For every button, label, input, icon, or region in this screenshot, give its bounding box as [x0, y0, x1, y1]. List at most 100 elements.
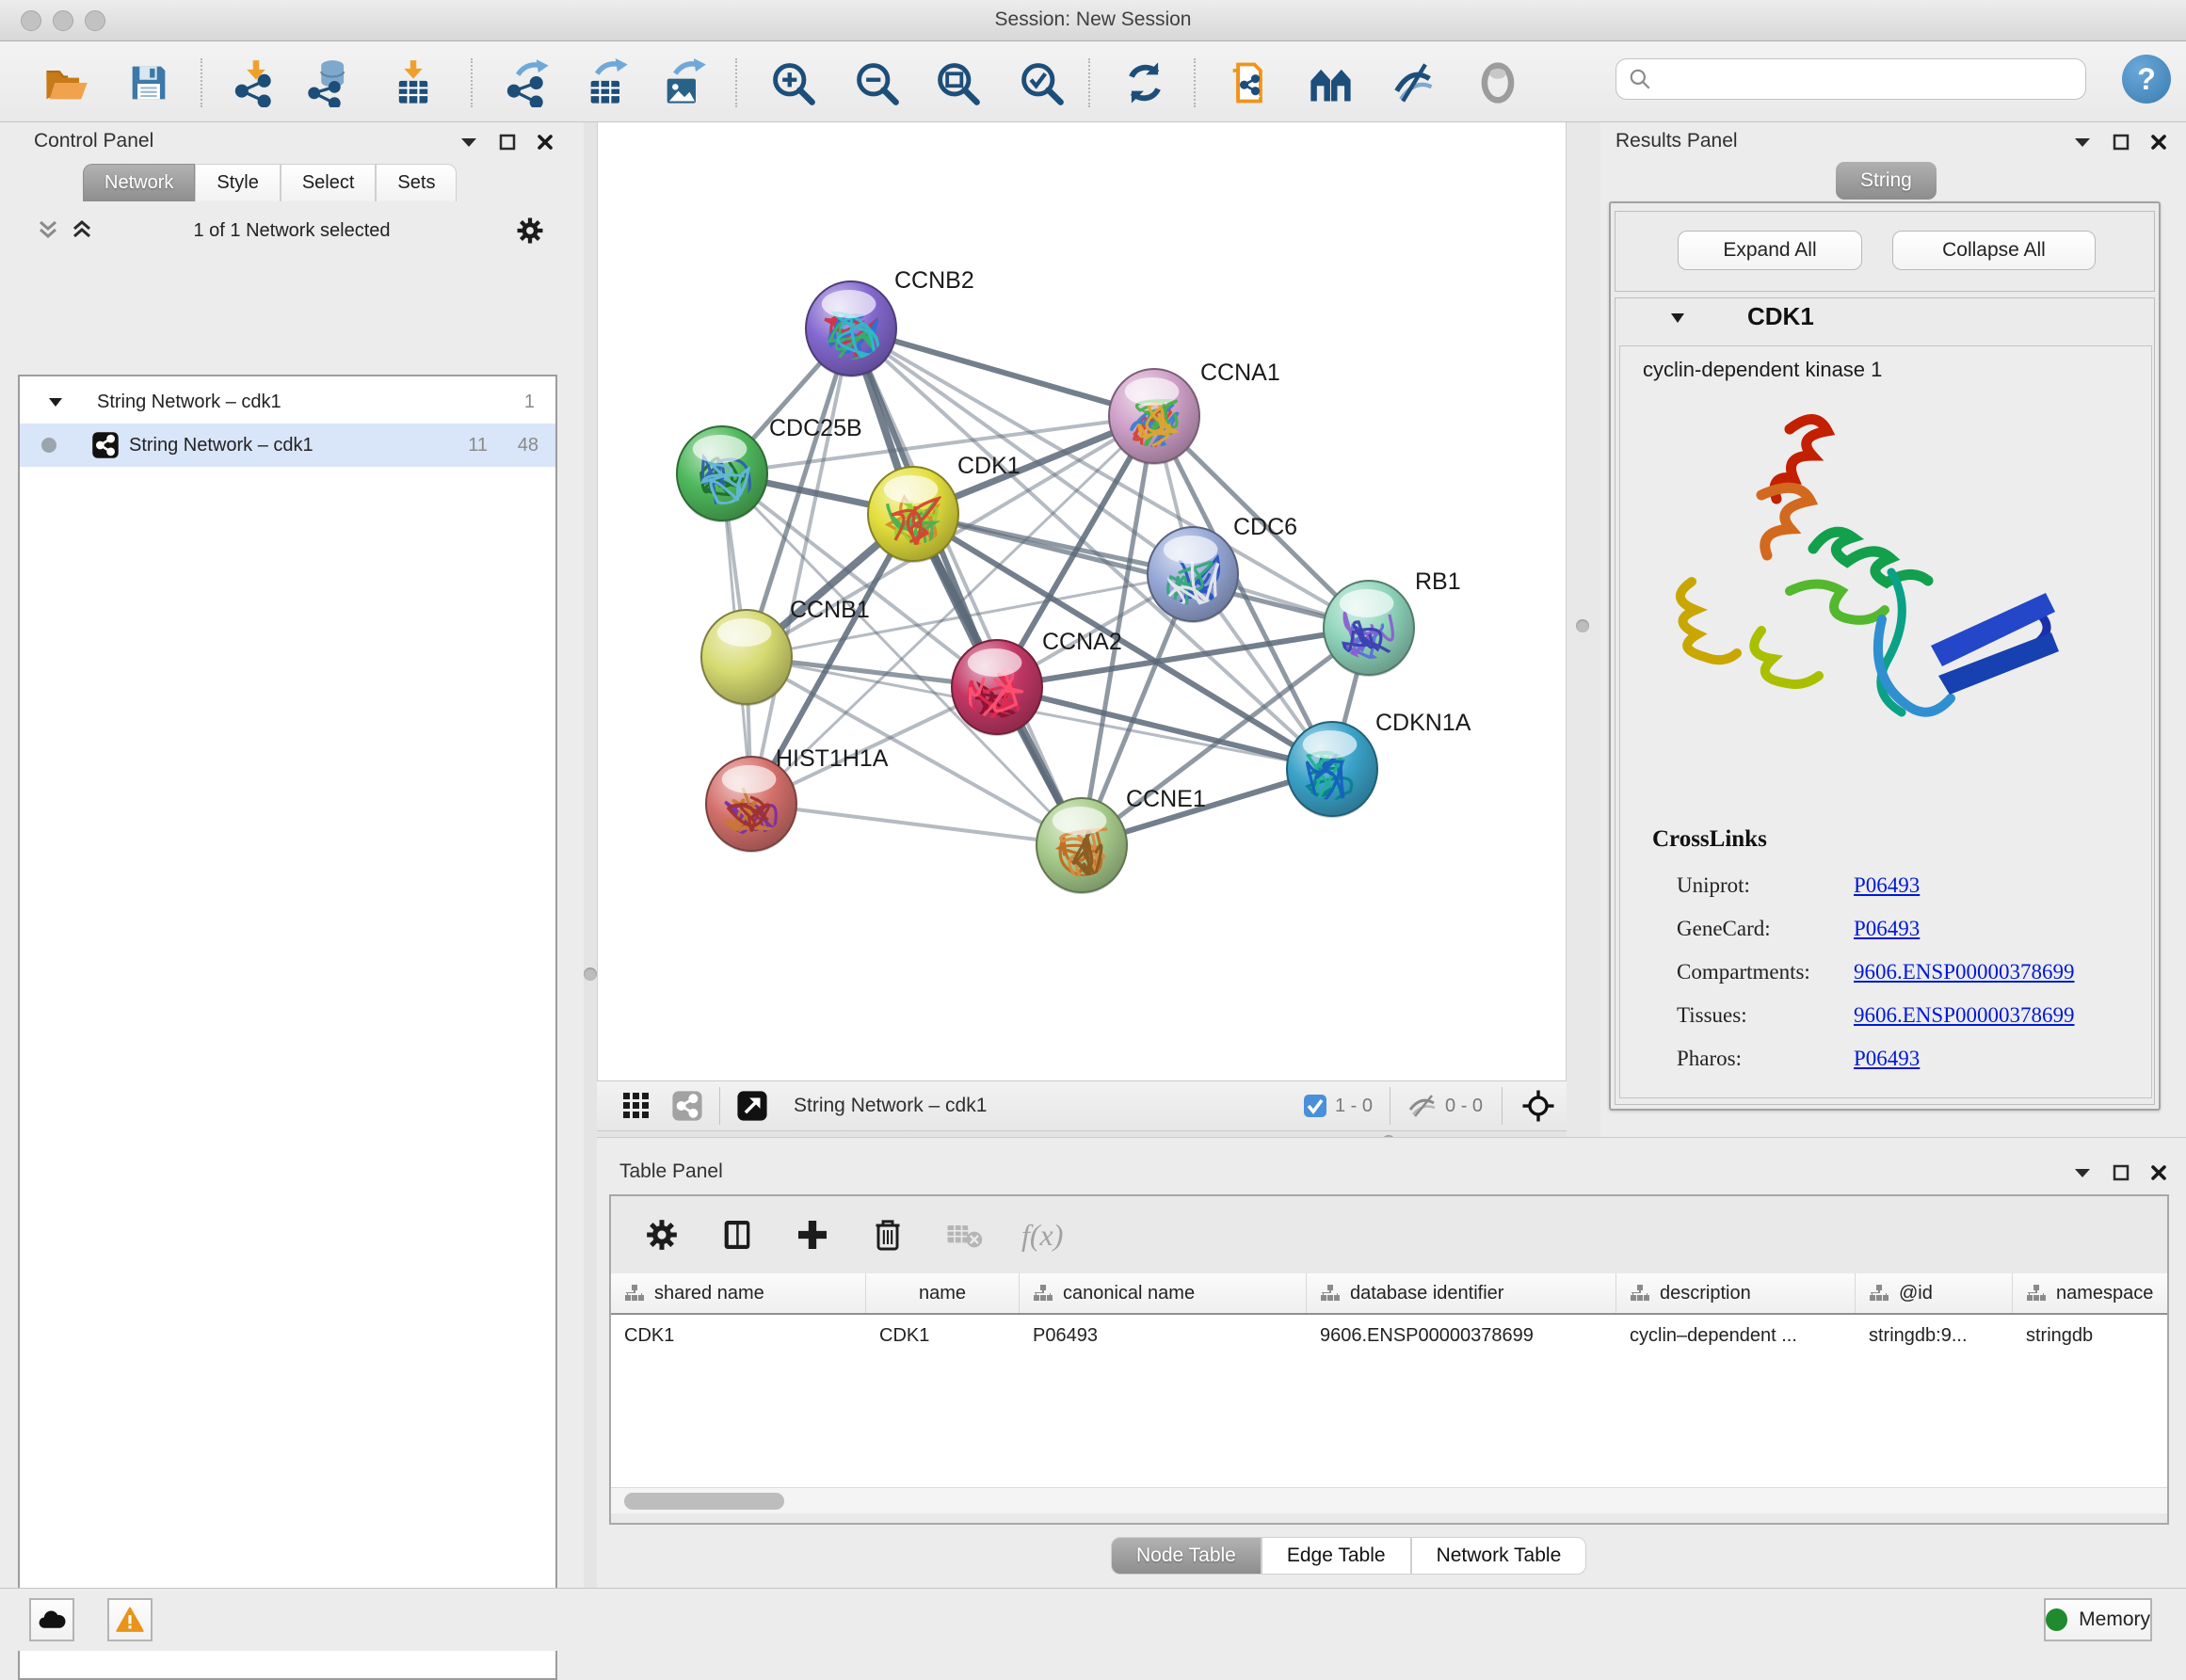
cell-namespace[interactable]: stringdb [2013, 1315, 2167, 1356]
cell-canonical-name[interactable]: P06493 [1020, 1315, 1307, 1356]
export-table-icon[interactable] [581, 56, 634, 109]
delete-column-icon[interactable] [869, 1216, 907, 1254]
crosslink-label: Tissues: [1677, 994, 1854, 1037]
maximize-panel-icon[interactable] [499, 134, 516, 151]
cell-description[interactable]: cyclin–dependent ... [1616, 1315, 1856, 1356]
float-panel-icon[interactable] [459, 136, 478, 149]
crosslink-label: Pharos: [1677, 1037, 1854, 1080]
tab-string[interactable]: String [1836, 162, 1937, 200]
detach-view-icon[interactable] [733, 1087, 771, 1125]
column-header[interactable]: namespace [2013, 1273, 2167, 1313]
cell-id[interactable]: stringdb:9... [1856, 1315, 2013, 1356]
network-tree-root-row[interactable]: String Network – cdk1 1 [20, 380, 555, 424]
table-options-gear-icon[interactable] [643, 1216, 681, 1254]
selected-count-icon [1303, 1094, 1327, 1118]
network-graph[interactable]: CCNB2CCNA1CDC25BCDK1CDC6RB1CCNB1CCNA2CDK… [598, 122, 1566, 1079]
maximize-panel-icon[interactable] [2113, 134, 2130, 151]
window-title: Session: New Session [0, 8, 2186, 31]
column-header[interactable]: database identifier [1307, 1273, 1616, 1313]
toolbar-separator [471, 58, 473, 107]
column-header[interactable]: canonical name [1020, 1273, 1307, 1313]
float-panel-icon[interactable] [2073, 136, 2092, 149]
svg-text:CCNE1: CCNE1 [1126, 786, 1206, 812]
shared-column-icon [1320, 1284, 1341, 1303]
close-panel-icon[interactable] [2150, 134, 2167, 151]
protein-section-expander-icon[interactable] [1670, 312, 1685, 324]
save-session-icon[interactable] [122, 56, 175, 109]
column-header[interactable]: @id [1856, 1273, 2013, 1313]
clone-network-icon[interactable] [1223, 56, 1276, 109]
close-panel-icon[interactable] [2150, 1164, 2167, 1181]
hide-selected-icon[interactable] [1387, 56, 1439, 109]
create-column-icon[interactable] [794, 1216, 831, 1254]
open-session-icon[interactable] [40, 56, 92, 109]
toolbar-separator [1088, 58, 1090, 107]
apply-preferred-layout-icon[interactable] [1118, 56, 1171, 109]
column-header[interactable]: description [1616, 1273, 1856, 1313]
fit-content-icon[interactable] [931, 56, 984, 109]
tab-edge-table[interactable]: Edge Table [1262, 1537, 1411, 1575]
cloud-icon [38, 1608, 66, 1631]
warnings-button[interactable] [107, 1598, 153, 1641]
tab-style[interactable]: Style [195, 164, 280, 201]
splitter-handle[interactable] [584, 968, 597, 981]
vertical-splitter-left[interactable] [584, 122, 597, 1588]
import-network-database-icon[interactable] [304, 56, 357, 109]
splitter-handle[interactable] [1576, 619, 1589, 632]
tab-network-table[interactable]: Network Table [1411, 1537, 1587, 1575]
crosslink-value[interactable]: P06493 [1854, 907, 1920, 951]
table-row[interactable]: CDK1 CDK1 P06493 9606.ENSP00000378699 cy… [611, 1315, 2167, 1356]
export-image-icon[interactable] [657, 56, 710, 109]
crosslink-value[interactable]: P06493 [1854, 864, 1920, 907]
network-view-share-icon[interactable] [668, 1087, 706, 1125]
cell-shared-name[interactable]: CDK1 [611, 1315, 866, 1356]
expand-all-button[interactable]: Expand All [1678, 231, 1862, 270]
table-horizontal-scrollbar[interactable] [611, 1487, 2167, 1513]
vertical-splitter-right[interactable] [1567, 122, 1600, 1137]
birdseye-navigator-icon[interactable] [1521, 1089, 1555, 1123]
grid-mode-icon[interactable] [618, 1087, 655, 1125]
close-panel-icon[interactable] [537, 134, 554, 151]
crosslink-value[interactable]: 9606.ENSP00000378699 [1854, 994, 2075, 1037]
import-table-file-icon[interactable] [387, 56, 440, 109]
first-neighbors-icon[interactable] [1305, 56, 1358, 109]
cell-database-identifier[interactable]: 9606.ENSP00000378699 [1307, 1315, 1616, 1356]
collapse-all-button[interactable]: Collapse All [1892, 231, 2096, 270]
import-network-file-icon[interactable] [230, 56, 282, 109]
memory-button[interactable]: Memory [2044, 1598, 2152, 1641]
select-columns-icon[interactable] [718, 1216, 756, 1254]
network-tree-row[interactable]: String Network – cdk1 11 48 [20, 424, 555, 467]
crosslink-value[interactable]: 9606.ENSP00000378699 [1854, 951, 2075, 994]
results-panel: Results Panel String Expand All Collapse… [1600, 122, 2186, 1137]
search-field[interactable] [1615, 58, 2086, 100]
svg-text:CCNB1: CCNB1 [790, 597, 870, 623]
network-options-gear-icon[interactable] [514, 215, 546, 247]
hidden-count-icon [1407, 1094, 1438, 1118]
crosslink-row: Tissues:9606.ENSP00000378699 [1677, 994, 2138, 1037]
tree-expander-icon[interactable] [48, 396, 63, 408]
network-selection-status: 1 of 1 Network selected [0, 220, 584, 242]
crosslink-row: GeneCard:P06493 [1677, 907, 2138, 951]
tab-node-table[interactable]: Node Table [1111, 1537, 1262, 1575]
network-canvas[interactable]: CCNB2CCNA1CDC25BCDK1CDC6RB1CCNB1CCNA2CDK… [597, 122, 1567, 1080]
help-icon[interactable]: ? [2122, 55, 2171, 104]
maximize-panel-icon[interactable] [2113, 1164, 2130, 1181]
tab-sets[interactable]: Sets [376, 164, 457, 201]
float-panel-icon[interactable] [2073, 1166, 2092, 1179]
zoom-out-icon[interactable] [850, 56, 903, 109]
zoom-selected-icon[interactable] [1015, 56, 1068, 109]
column-header[interactable]: name [866, 1273, 1020, 1313]
column-header[interactable]: shared name [611, 1273, 866, 1313]
tab-network[interactable]: Network [83, 164, 195, 201]
zoom-in-icon[interactable] [766, 56, 819, 109]
search-icon [1628, 67, 1652, 91]
current-network-bullet-icon [40, 437, 57, 454]
search-input[interactable] [1652, 69, 2057, 90]
export-network-icon[interactable] [502, 56, 555, 109]
show-all-icon[interactable] [1471, 56, 1524, 109]
scrollbar-thumb[interactable] [624, 1493, 784, 1510]
cloud-services-button[interactable] [29, 1598, 74, 1641]
cell-name[interactable]: CDK1 [866, 1315, 1020, 1356]
tab-select[interactable]: Select [281, 164, 377, 201]
crosslink-value[interactable]: P06493 [1854, 1037, 1920, 1080]
